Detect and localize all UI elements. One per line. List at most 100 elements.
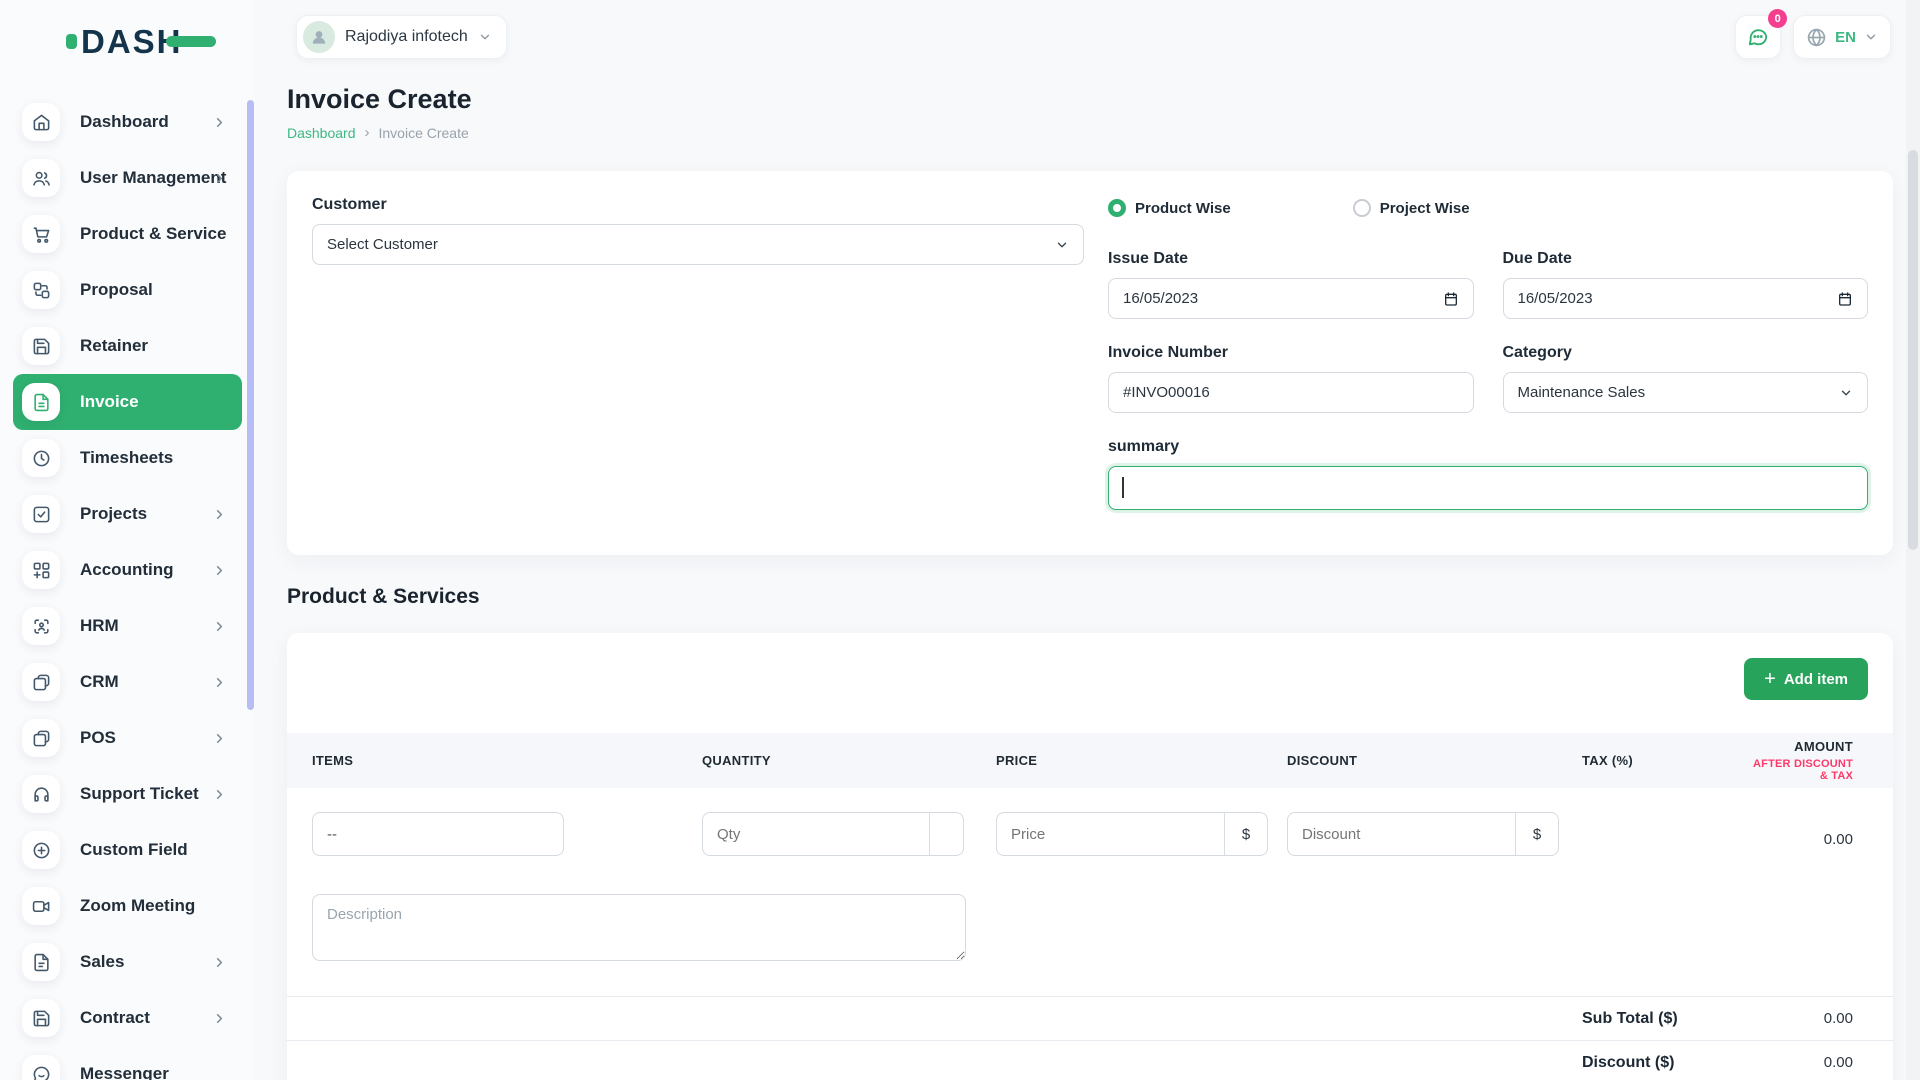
sidebar-item-zoom-meeting[interactable]: Zoom Meeting bbox=[13, 878, 242, 934]
quantity-input-group bbox=[702, 812, 964, 856]
page-scrollbar[interactable] bbox=[1906, 0, 1920, 1080]
invoice-number-input[interactable] bbox=[1108, 372, 1474, 413]
item-select[interactable]: -- bbox=[312, 812, 564, 856]
sidebar-item-product-service[interactable]: Product & Service bbox=[13, 206, 242, 262]
plus-icon: + bbox=[1764, 669, 1776, 689]
invoice-form-card: Customer Select Customer Product Wise Pr… bbox=[287, 171, 1893, 555]
sidebar-item-pos[interactable]: POS bbox=[13, 710, 242, 766]
calendar-icon bbox=[1837, 291, 1853, 307]
app-logo[interactable]: DASH bbox=[66, 24, 255, 58]
issue-date-input[interactable]: 16/05/2023 bbox=[1108, 278, 1474, 319]
col-tax: TAX (%) bbox=[1582, 753, 1742, 768]
sidebar-item-label: CRM bbox=[80, 672, 119, 692]
sidebar-item-label: Invoice bbox=[80, 392, 139, 412]
text-caret bbox=[1122, 477, 1124, 498]
sidebar-item-user-management[interactable]: User Management bbox=[13, 150, 242, 206]
sidebar-item-timesheets[interactable]: Timesheets bbox=[13, 430, 242, 486]
invoice-number-label: Invoice Number bbox=[1108, 344, 1474, 362]
chevron-right-icon bbox=[212, 115, 227, 130]
col-quantity: QUANTITY bbox=[702, 753, 996, 768]
sidebar-item-proposal[interactable]: Proposal bbox=[13, 262, 242, 318]
users-icon bbox=[22, 159, 60, 197]
breadcrumb-dashboard-link[interactable]: Dashboard bbox=[287, 125, 356, 141]
items-table-header: ITEMS QUANTITY PRICE DISCOUNT TAX (%) AM… bbox=[287, 733, 1893, 788]
issue-date-label: Issue Date bbox=[1108, 250, 1474, 268]
home-icon bbox=[22, 103, 60, 141]
sidebar-item-hrm[interactable]: HRM bbox=[13, 598, 242, 654]
radio-unchecked-icon bbox=[1353, 199, 1371, 217]
file-icon bbox=[22, 943, 60, 981]
page-title: Invoice Create bbox=[287, 84, 1893, 115]
discount-input[interactable] bbox=[1288, 813, 1515, 855]
col-items: ITEMS bbox=[312, 753, 702, 768]
customer-select[interactable]: Select Customer bbox=[312, 224, 1084, 265]
app-window-icon bbox=[22, 663, 60, 701]
products-services-heading: Product & Services bbox=[287, 585, 1893, 609]
description-textarea[interactable] bbox=[312, 894, 966, 961]
chevron-right-icon bbox=[212, 675, 227, 690]
language-selector[interactable]: EN bbox=[1793, 15, 1891, 59]
chat-bubble-icon bbox=[1747, 26, 1769, 48]
due-date-input[interactable]: 16/05/2023 bbox=[1503, 278, 1869, 319]
discount-total-row: Discount ($) 0.00 bbox=[287, 1041, 1893, 1080]
logo-dot bbox=[66, 34, 77, 49]
discount-currency-suffix: $ bbox=[1515, 813, 1558, 855]
col-discount: DISCOUNT bbox=[1287, 753, 1582, 768]
invoice-type-radios: Product Wise Project Wise bbox=[1108, 199, 1868, 217]
customer-label: Customer bbox=[312, 196, 1084, 214]
sidebar-item-retainer[interactable]: Retainer bbox=[13, 318, 242, 374]
grid-plus-icon bbox=[22, 551, 60, 589]
sidebar-scrollbar[interactable] bbox=[247, 100, 254, 710]
page-scrollbar-thumb[interactable] bbox=[1908, 150, 1918, 550]
sidebar-item-label: Retainer bbox=[80, 336, 148, 356]
sidebar-item-custom-field[interactable]: Custom Field bbox=[13, 822, 242, 878]
project-wise-option[interactable]: Project Wise bbox=[1353, 199, 1470, 217]
quantity-spinner[interactable] bbox=[929, 813, 963, 855]
add-item-button[interactable]: + Add item bbox=[1744, 658, 1868, 700]
company-switcher[interactable]: Rajodiya infotech bbox=[296, 15, 507, 59]
col-price: PRICE bbox=[996, 753, 1287, 768]
save-icon bbox=[22, 999, 60, 1037]
product-wise-option[interactable]: Product Wise bbox=[1108, 199, 1231, 217]
row-amount-value: 0.00 bbox=[1742, 831, 1868, 848]
amount-subheader: AFTER DISCOUNT & TAX bbox=[1742, 758, 1853, 782]
subtotal-label: Sub Total ($) bbox=[1582, 1010, 1742, 1028]
sidebar-item-messenger[interactable]: Messenger bbox=[13, 1046, 242, 1080]
summary-textarea[interactable] bbox=[1108, 466, 1868, 510]
chevron-right-icon bbox=[212, 955, 227, 970]
sidebar-item-support-ticket[interactable]: Support Ticket bbox=[13, 766, 242, 822]
sidebar-item-label: Proposal bbox=[80, 280, 153, 300]
sidebar-item-accounting[interactable]: Accounting bbox=[13, 542, 242, 598]
chevron-down-icon bbox=[1839, 386, 1853, 400]
sidebar-item-contract[interactable]: Contract bbox=[13, 990, 242, 1046]
due-date-label: Due Date bbox=[1503, 250, 1869, 268]
quantity-input[interactable] bbox=[703, 813, 929, 855]
sidebar-item-crm[interactable]: CRM bbox=[13, 654, 242, 710]
sidebar-item-label: Zoom Meeting bbox=[80, 896, 195, 916]
price-input-group: $ bbox=[996, 812, 1268, 856]
sidebar-item-label: Timesheets bbox=[80, 448, 173, 468]
notifications-button[interactable]: 0 bbox=[1735, 15, 1781, 59]
sidebar-item-projects[interactable]: Projects bbox=[13, 486, 242, 542]
price-input[interactable] bbox=[997, 813, 1224, 855]
breadcrumb-separator: › bbox=[365, 124, 370, 141]
user-scan-icon bbox=[22, 607, 60, 645]
category-label: Category bbox=[1503, 344, 1869, 362]
radio-checked-icon bbox=[1108, 199, 1126, 217]
chevron-down-icon bbox=[478, 30, 492, 44]
chevron-right-icon bbox=[212, 1011, 227, 1026]
video-icon bbox=[22, 887, 60, 925]
sidebar-item-label: Dashboard bbox=[80, 112, 169, 132]
breadcrumb: Dashboard › Invoice Create bbox=[287, 124, 1893, 141]
calendar-icon bbox=[1443, 291, 1459, 307]
price-currency-suffix: $ bbox=[1224, 813, 1267, 855]
category-select[interactable]: Maintenance Sales bbox=[1503, 372, 1869, 413]
sidebar-item-invoice[interactable]: Invoice bbox=[13, 374, 242, 430]
headphones-icon bbox=[22, 775, 60, 813]
sidebar-item-dashboard[interactable]: Dashboard bbox=[13, 94, 242, 150]
company-name: Rajodiya infotech bbox=[345, 28, 468, 46]
app-window-icon bbox=[22, 719, 60, 757]
item-row: -- $ $ 0.00 bbox=[287, 812, 1893, 856]
blocks-icon bbox=[22, 271, 60, 309]
sidebar-item-sales[interactable]: Sales bbox=[13, 934, 242, 990]
